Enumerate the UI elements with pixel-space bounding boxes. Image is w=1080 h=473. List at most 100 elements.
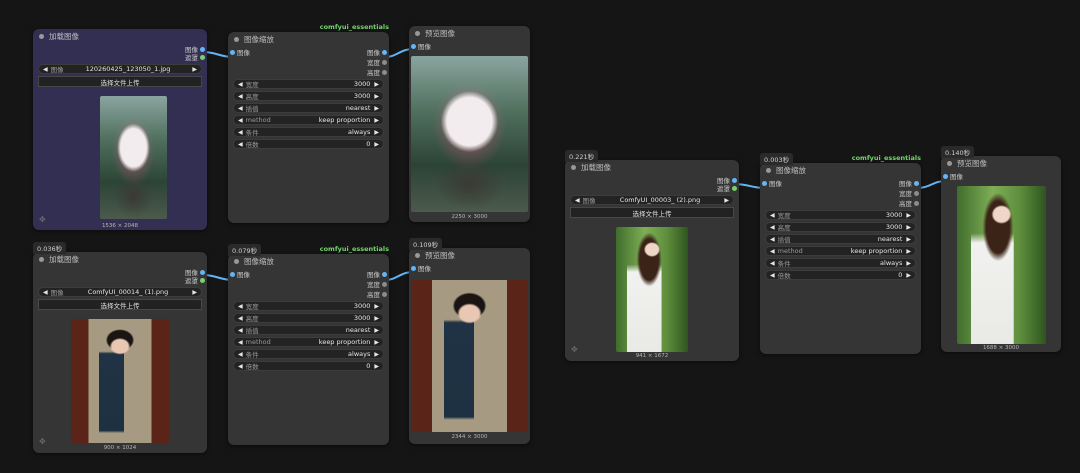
interpolation-widget[interactable]: ◀ 插值 nearest ▶ [765, 234, 916, 244]
output-slot-image[interactable]: 图像 [228, 269, 389, 279]
input-slot-image[interactable]: 图像 [941, 171, 1061, 181]
output-slot-width[interactable]: 宽度 [228, 57, 389, 67]
method-widget[interactable]: ◀ method keep proportion ▶ [765, 246, 916, 256]
condition-widget[interactable]: ◀ 条件 always ▶ [765, 258, 916, 268]
slot-dot-icon[interactable] [943, 173, 948, 179]
arrow-right-icon[interactable]: ▶ [374, 363, 379, 370]
slot-dot-icon[interactable] [200, 46, 205, 52]
arrow-left-icon[interactable]: ◀ [238, 105, 243, 112]
preview-image-node[interactable]: 预览图像 图像 2250 × 3000 [409, 26, 530, 222]
height-widget[interactable]: ◀ 高度 3000 ▶ [765, 222, 916, 232]
arrow-left-icon[interactable]: ◀ [238, 327, 243, 334]
width-widget[interactable]: ◀ 宽度 3000 ▶ [765, 210, 916, 220]
arrow-right-icon[interactable]: ▶ [374, 339, 379, 346]
arrow-left-icon[interactable]: ◀ [770, 224, 775, 231]
collapse-dot-icon[interactable] [571, 165, 576, 170]
load-image-node[interactable]: 0.221秒 加载图像 图像 遮罩 ◀ 图像 ComfyUI_00003_ (2)… [565, 150, 739, 361]
arrow-left-icon[interactable]: ◀ [43, 289, 48, 296]
arrow-left-icon[interactable]: ◀ [238, 303, 243, 310]
arrow-right-icon[interactable]: ▶ [192, 66, 197, 73]
arrow-left-icon[interactable]: ◀ [43, 66, 48, 73]
slot-dot-icon[interactable] [382, 291, 387, 297]
arrow-left-icon[interactable]: ◀ [575, 197, 580, 204]
slot-dot-icon[interactable] [382, 69, 387, 75]
arrow-left-icon[interactable]: ◀ [770, 260, 775, 267]
image-file-combo[interactable]: ◀ 图像 ComfyUI_00003_ (2).png ▶ [570, 195, 734, 205]
load-image-node[interactable]: 0.036秒 加载图像 图像 遮罩 ◀ 图像 ComfyUI_00014_ (1)… [33, 242, 207, 453]
arrow-left-icon[interactable]: ◀ [770, 272, 775, 279]
arrow-right-icon[interactable]: ▶ [724, 197, 729, 204]
input-slot-image[interactable]: 图像 [409, 263, 530, 273]
node-title-bar[interactable]: 预览图像 [409, 26, 530, 41]
node-title-bar[interactable]: 预览图像 [941, 156, 1061, 171]
input-slot-image[interactable]: 图像 [409, 41, 530, 51]
node-title-bar[interactable]: 加载图像 [33, 29, 207, 44]
resize-handle-icon[interactable]: ✥ [571, 345, 578, 354]
arrow-right-icon[interactable]: ▶ [374, 351, 379, 358]
upload-button[interactable]: 选择文件上传 [38, 299, 202, 310]
collapse-dot-icon[interactable] [234, 37, 239, 42]
slot-dot-icon[interactable] [732, 177, 737, 183]
arrow-left-icon[interactable]: ◀ [238, 93, 243, 100]
collapse-dot-icon[interactable] [415, 253, 420, 258]
slot-dot-icon[interactable] [732, 185, 737, 191]
slot-dot-icon[interactable] [914, 180, 919, 186]
arrow-right-icon[interactable]: ▶ [906, 224, 911, 231]
arrow-left-icon[interactable]: ◀ [770, 248, 775, 255]
node-title-bar[interactable]: 加载图像 [33, 252, 207, 267]
arrow-right-icon[interactable]: ▶ [906, 236, 911, 243]
arrow-right-icon[interactable]: ▶ [192, 289, 197, 296]
output-slot-height[interactable]: 高度 [760, 198, 921, 208]
collapse-dot-icon[interactable] [39, 257, 44, 262]
slot-dot-icon[interactable] [382, 281, 387, 287]
arrow-right-icon[interactable]: ▶ [374, 129, 379, 136]
slot-dot-icon[interactable] [200, 277, 205, 283]
slot-dot-icon[interactable] [200, 54, 205, 60]
image-file-combo[interactable]: ◀ 图像 ComfyUI_00014_ (1).png ▶ [38, 287, 202, 297]
preview-image-node[interactable]: 0.109秒 预览图像 图像 2344 × 3000 [409, 238, 530, 444]
height-widget[interactable]: ◀ 高度 3000 ▶ [233, 313, 384, 323]
node-title-bar[interactable]: 图像缩放 [228, 32, 389, 47]
width-widget[interactable]: ◀ 宽度 3000 ▶ [233, 301, 384, 311]
collapse-dot-icon[interactable] [415, 31, 420, 36]
load-image-node[interactable]: 加载图像 图像 遮罩 ◀ 图像 120260425_123050_1.jpg ▶ … [33, 29, 207, 230]
arrow-left-icon[interactable]: ◀ [770, 236, 775, 243]
output-slot-width[interactable]: 宽度 [760, 188, 921, 198]
slot-dot-icon[interactable] [200, 269, 205, 275]
arrow-right-icon[interactable]: ▶ [906, 260, 911, 267]
arrow-left-icon[interactable]: ◀ [238, 315, 243, 322]
slot-dot-icon[interactable] [914, 190, 919, 196]
condition-widget[interactable]: ◀ 条件 always ▶ [233, 349, 384, 359]
node-title-bar[interactable]: 图像缩放 [760, 163, 921, 178]
interpolation-widget[interactable]: ◀ 插值 nearest ▶ [233, 103, 384, 113]
slot-dot-icon[interactable] [411, 265, 416, 271]
width-widget[interactable]: ◀ 宽度 3000 ▶ [233, 79, 384, 89]
condition-widget[interactable]: ◀ 条件 always ▶ [233, 127, 384, 137]
slot-dot-icon[interactable] [382, 271, 387, 277]
collapse-dot-icon[interactable] [947, 161, 952, 166]
output-slot-mask[interactable]: 遮罩 [565, 183, 739, 193]
node-title-bar[interactable]: 预览图像 [409, 248, 530, 263]
output-slot-height[interactable]: 高度 [228, 289, 389, 299]
arrow-right-icon[interactable]: ▶ [374, 315, 379, 322]
arrow-left-icon[interactable]: ◀ [238, 363, 243, 370]
image-resize-node[interactable]: 0.079秒 comfyui_essentials 图像缩放 图像 图像 宽度 … [228, 244, 389, 445]
arrow-right-icon[interactable]: ▶ [374, 93, 379, 100]
node-title-bar[interactable]: 图像缩放 [228, 254, 389, 269]
collapse-dot-icon[interactable] [39, 34, 44, 39]
resize-handle-icon[interactable]: ✥ [39, 437, 46, 446]
arrow-left-icon[interactable]: ◀ [238, 339, 243, 346]
method-widget[interactable]: ◀ method keep proportion ▶ [233, 115, 384, 125]
node-title-bar[interactable]: 加载图像 [565, 160, 739, 175]
arrow-left-icon[interactable]: ◀ [238, 81, 243, 88]
output-slot-image[interactable]: 图像 [760, 178, 921, 188]
collapse-dot-icon[interactable] [766, 168, 771, 173]
height-widget[interactable]: ◀ 高度 3000 ▶ [233, 91, 384, 101]
arrow-right-icon[interactable]: ▶ [906, 248, 911, 255]
output-slot-mask[interactable]: 遮罩 [33, 275, 207, 285]
output-slot-mask[interactable]: 遮罩 [33, 52, 207, 62]
collapse-dot-icon[interactable] [234, 259, 239, 264]
arrow-right-icon[interactable]: ▶ [374, 327, 379, 334]
arrow-left-icon[interactable]: ◀ [238, 351, 243, 358]
multiple-widget[interactable]: ◀ 倍数 0 ▶ [233, 361, 384, 371]
